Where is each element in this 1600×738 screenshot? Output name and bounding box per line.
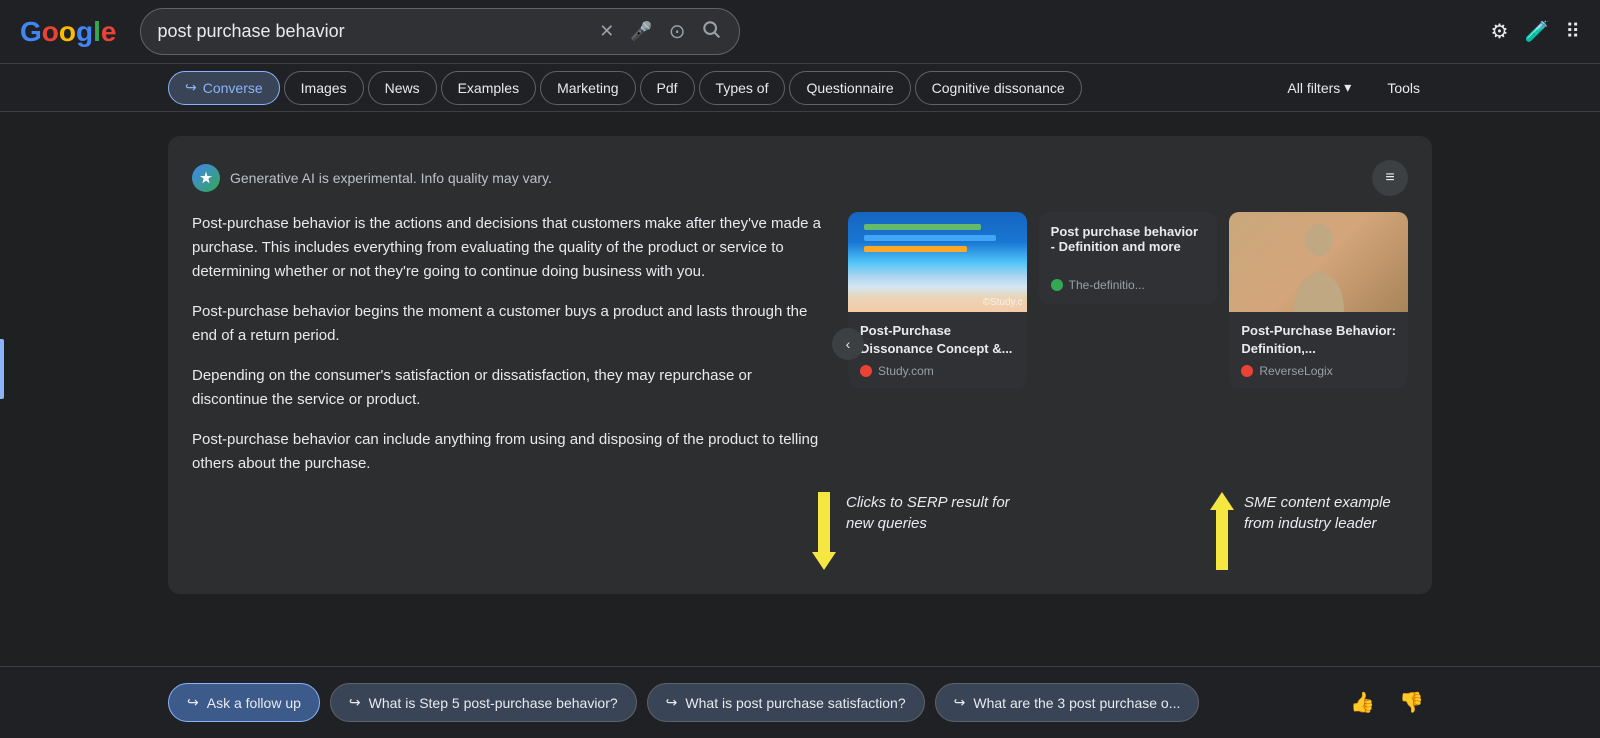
ai-card-1-title: Post-Purchase Dissonance Concept &...: [860, 322, 1015, 358]
tab-marketing-label: Marketing: [557, 80, 618, 96]
ai-sparkle-icon: [192, 164, 220, 192]
follow-up-bar: ↪ Ask a follow up ↪ What is Step 5 post-…: [0, 666, 1600, 738]
tab-types-of[interactable]: Types of: [699, 71, 786, 105]
tools-label: Tools: [1387, 80, 1420, 96]
tools-button[interactable]: Tools: [1375, 74, 1432, 102]
tab-questionnaire-label: Questionnaire: [806, 80, 893, 96]
all-filters-label: All filters: [1287, 80, 1340, 96]
down-arrow-text: Clicks to SERP result for new queries: [846, 492, 1010, 534]
tab-questionnaire[interactable]: Questionnaire: [789, 71, 910, 105]
ai-experimental-label: Generative AI is experimental. Info qual…: [230, 170, 552, 186]
mic-icon[interactable]: 🎤: [628, 19, 654, 44]
lens-icon[interactable]: ⊙: [667, 17, 688, 46]
ai-cards-section: ‹ ©Study.c Post-Purchase Dissonance Conc…: [848, 212, 1408, 476]
source-1-dot: [860, 365, 872, 377]
ai-card-2-source: The-definitio...: [1039, 270, 1218, 304]
search-input[interactable]: [157, 21, 587, 42]
ai-card-1[interactable]: ©Study.c Post-Purchase Dissonance Concep…: [848, 212, 1027, 388]
converse-icon: ↪: [185, 79, 197, 96]
tab-news-label: News: [385, 80, 420, 96]
header: Google ✕ 🎤 ⊙ ⚙ 🧪 ⠿: [0, 0, 1600, 64]
ai-card-1-content: Post-Purchase Dissonance Concept &... St…: [848, 312, 1027, 388]
tab-images-label: Images: [301, 80, 347, 96]
ai-card-1-source: Study.com: [860, 364, 1015, 378]
ai-body: Post-purchase behavior is the actions an…: [192, 212, 1408, 476]
search-icon[interactable]: [699, 17, 723, 46]
apps-icon[interactable]: ⠿: [1565, 19, 1580, 44]
search-bar: ✕ 🎤 ⊙: [140, 8, 740, 55]
ask-follow-up-label: Ask a follow up: [207, 695, 301, 711]
ai-card-3-source: ReverseLogix: [1241, 364, 1396, 378]
ai-paragraph-1: Post-purchase behavior is the actions an…: [192, 212, 824, 284]
follow-q1-label: What is Step 5 post-purchase behavior?: [369, 695, 618, 711]
ai-header: Generative AI is experimental. Info qual…: [192, 160, 1408, 196]
feedback-buttons: 👍 👎: [1342, 686, 1432, 719]
tab-cognitive[interactable]: Cognitive dissonance: [915, 71, 1082, 105]
cards-prev-button[interactable]: ‹: [832, 328, 864, 360]
ai-card-1-image: ©Study.c: [848, 212, 1027, 312]
labs-icon[interactable]: 🧪: [1524, 19, 1549, 44]
tab-news[interactable]: News: [368, 71, 437, 105]
ai-paragraph-3: Depending on the consumer's satisfaction…: [192, 364, 824, 412]
ai-paragraph-4: Post-purchase behavior can include anyth…: [192, 428, 824, 476]
ai-card-2-title: Post purchase behavior - Definition and …: [1051, 224, 1206, 254]
tab-images[interactable]: Images: [284, 71, 364, 105]
ai-text-content: Post-purchase behavior is the actions an…: [192, 212, 824, 476]
follow-q1-icon: ↪: [349, 694, 361, 711]
tab-pdf[interactable]: Pdf: [640, 71, 695, 105]
source-1-name: Study.com: [878, 364, 934, 378]
ai-card-3[interactable]: Post-Purchase Behavior: Definition,... R…: [1229, 212, 1408, 388]
follow-q2-label: What is post purchase satisfaction?: [685, 695, 905, 711]
thumbs-up-button[interactable]: 👍: [1342, 686, 1383, 719]
chevron-down-icon: ▾: [1344, 79, 1351, 96]
tab-cognitive-label: Cognitive dissonance: [932, 80, 1065, 96]
follow-question-3-button[interactable]: ↪ What are the 3 post purchase o...: [935, 683, 1200, 722]
ai-card-3-title: Post-Purchase Behavior: Definition,...: [1241, 322, 1396, 358]
down-arrow-annotation: Clicks to SERP result for new queries: [812, 492, 1010, 570]
ai-paragraph-2: Post-purchase behavior begins the moment…: [192, 300, 824, 348]
left-accent-bar: [0, 339, 4, 399]
tab-pdf-label: Pdf: [657, 80, 678, 96]
main-content: Generative AI is experimental. Info qual…: [0, 112, 1600, 618]
ai-answer-box: Generative AI is experimental. Info qual…: [168, 136, 1432, 594]
all-filters-button[interactable]: All filters ▾: [1275, 73, 1363, 102]
tab-marketing[interactable]: Marketing: [540, 71, 635, 105]
follow-up-icon: ↪: [187, 694, 199, 711]
ask-follow-up-button[interactable]: ↪ Ask a follow up: [168, 683, 320, 722]
clear-icon[interactable]: ✕: [597, 19, 616, 44]
tab-converse[interactable]: ↪ Converse: [168, 71, 280, 105]
up-arrow-annotation: SME content example from industry leader: [1210, 492, 1408, 570]
ai-menu-button[interactable]: ≡: [1372, 160, 1408, 196]
follow-question-2-button[interactable]: ↪ What is post purchase satisfaction?: [647, 683, 925, 722]
up-arrow-text: SME content example from industry leader: [1244, 492, 1408, 534]
follow-question-1-button[interactable]: ↪ What is Step 5 post-purchase behavior?: [330, 683, 637, 722]
annotations-row: Clicks to SERP result for new queries SM…: [192, 492, 1408, 570]
tab-converse-label: Converse: [203, 80, 263, 96]
ai-card-3-image: [1229, 212, 1408, 312]
source-3-name: ReverseLogix: [1259, 364, 1332, 378]
google-logo: Google: [20, 16, 116, 48]
source-2-name: The-definitio...: [1069, 278, 1145, 292]
ai-card-2[interactable]: Post purchase behavior - Definition and …: [1039, 212, 1218, 304]
ai-card-2-header: Post purchase behavior - Definition and …: [1039, 212, 1218, 270]
tab-examples-label: Examples: [458, 80, 519, 96]
ai-card-3-content: Post-Purchase Behavior: Definition,... R…: [1229, 312, 1408, 388]
follow-q3-label: What are the 3 post purchase o...: [973, 695, 1180, 711]
thumbs-down-button[interactable]: 👎: [1391, 686, 1432, 719]
settings-icon[interactable]: ⚙: [1491, 19, 1509, 44]
tab-examples[interactable]: Examples: [441, 71, 536, 105]
source-3-dot: [1241, 365, 1253, 377]
source-2-dot: [1051, 279, 1063, 291]
tabs-bar: ↪ Converse Images News Examples Marketin…: [0, 64, 1600, 112]
follow-q3-icon: ↪: [954, 694, 966, 711]
tab-types-of-label: Types of: [716, 80, 769, 96]
follow-q2-icon: ↪: [666, 694, 678, 711]
